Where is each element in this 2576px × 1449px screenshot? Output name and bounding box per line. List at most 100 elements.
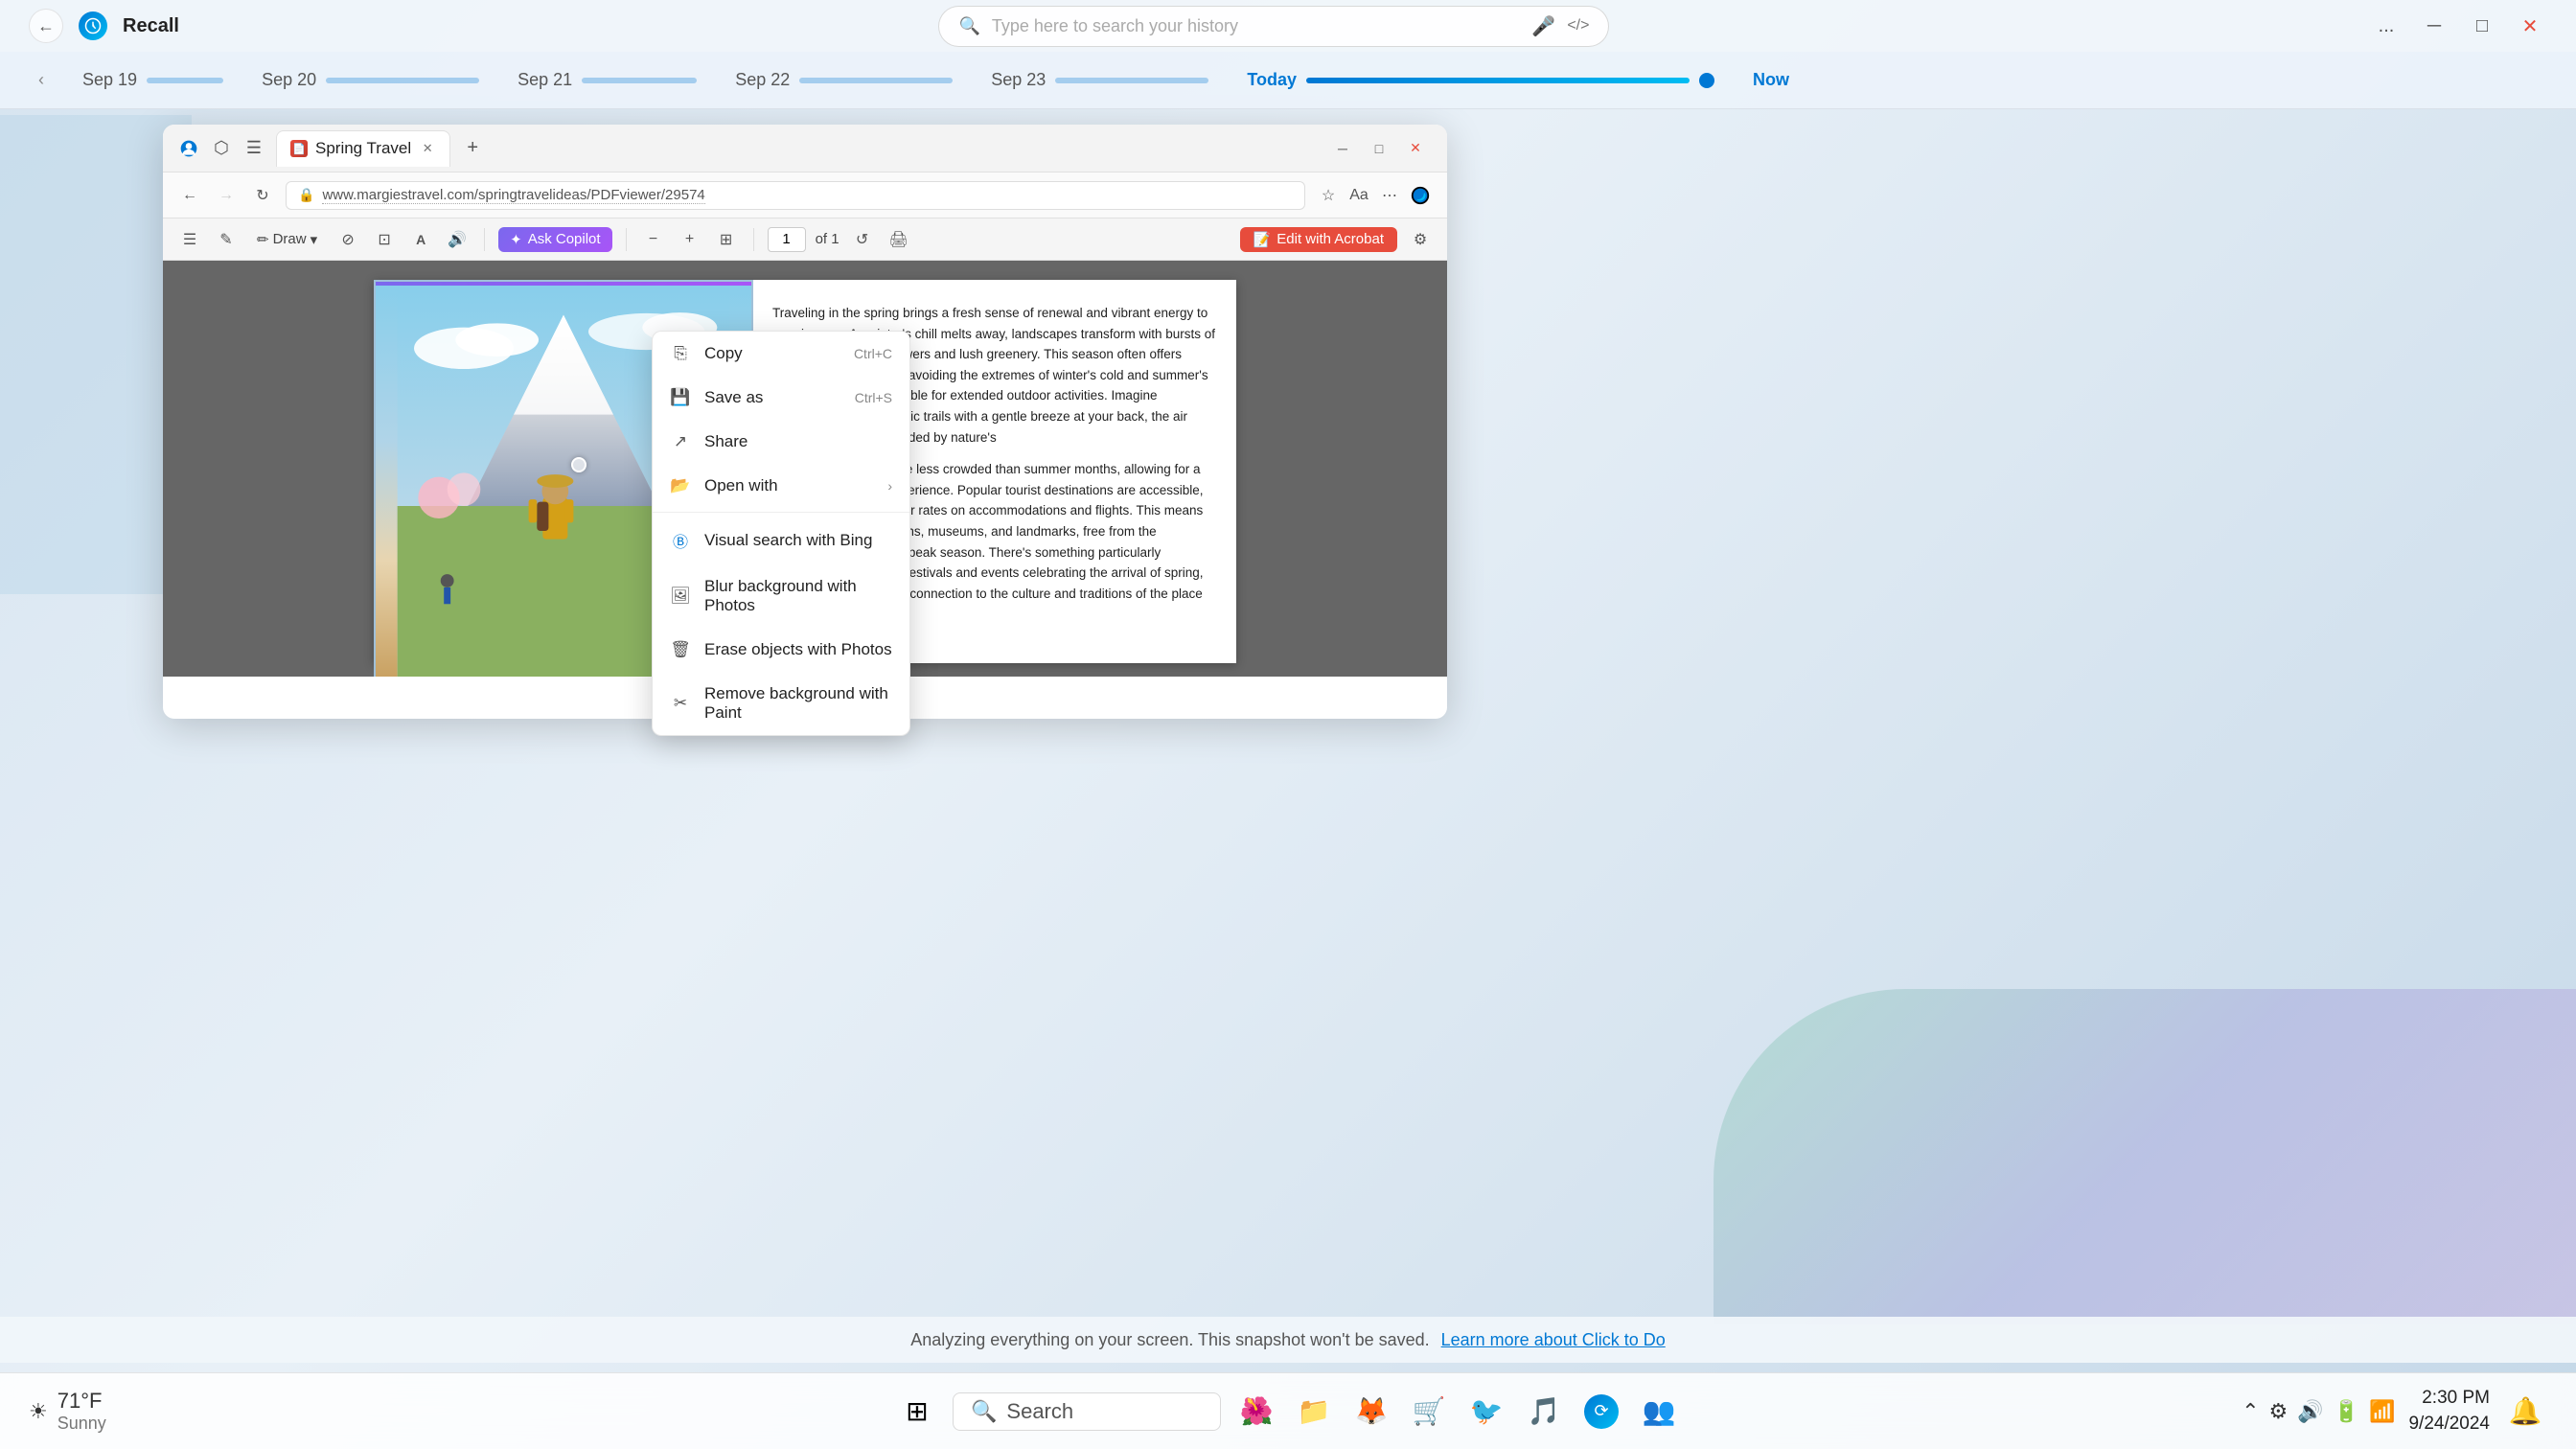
pdf-fit-page-btn[interactable]: ⊞ (713, 226, 740, 253)
taskbar-left: ☀ 71°F Sunny (0, 1389, 106, 1434)
timeline-bar-sep23 (1055, 78, 1208, 83)
speaker-icon[interactable]: 🔊 (2297, 1399, 2323, 1424)
minimize-button[interactable]: ─ (2417, 9, 2451, 43)
timeline-bar-sep19 (147, 78, 223, 83)
context-menu-copy[interactable]: ⎘ Copy Ctrl+C (653, 332, 909, 376)
battery-icon[interactable]: 🔋 (2334, 1399, 2359, 1424)
weather-info: 71°F Sunny (58, 1389, 106, 1434)
taskbar-music-icon[interactable]: 🎵 (1522, 1390, 1566, 1434)
back-nav-button[interactable]: ← (176, 182, 203, 209)
pdf-draw-dropdown[interactable]: ✎ (213, 226, 240, 253)
pdf-text-btn[interactable]: A (407, 226, 434, 253)
pdf-eraser-btn[interactable]: ⊘ (334, 226, 361, 253)
clock[interactable]: 2:30 PM 9/24/2024 (2408, 1386, 2490, 1437)
tab-favicon: 📄 (290, 140, 308, 157)
timeline-chevron-left[interactable]: ‹ (38, 70, 44, 90)
network-icon[interactable]: 📶 (2369, 1399, 2395, 1424)
taskbar-store-icon[interactable]: 🛒 (1407, 1390, 1451, 1434)
context-menu-share[interactable]: ↗ Share (653, 420, 909, 464)
notification-center-btn[interactable]: 🔔 (2503, 1390, 2547, 1434)
context-menu-remove-bg[interactable]: ✂ Remove background with Paint (653, 672, 909, 735)
taskbar-twitter-icon[interactable]: 🐦 (1464, 1390, 1508, 1434)
timeline-item-sep22[interactable]: Sep 22 (735, 70, 953, 90)
timeline-item-sep19[interactable]: Sep 19 (82, 70, 223, 90)
taskbar-files-icon[interactable]: 📁 (1292, 1390, 1336, 1434)
taskbar-widget-icon[interactable]: 🌺 (1234, 1390, 1278, 1434)
pdf-thumbnails-btn[interactable]: ☰ (176, 226, 203, 253)
code-icon[interactable]: </> (1567, 17, 1589, 34)
address-bar[interactable]: 🔒 www.margiestravel.com/springtravelidea… (286, 181, 1305, 210)
edit-acrobat-button[interactable]: 📝 Edit with Acrobat (1240, 227, 1397, 252)
pdf-read-aloud-btn[interactable]: 🔊 (444, 226, 471, 253)
pdf-zoom-in-btn[interactable]: + (677, 226, 703, 253)
system-tray: ⌃ ⚙ 🔊 🔋 📶 (2242, 1399, 2395, 1424)
erase-objects-label: Erase objects with Photos (704, 640, 892, 659)
context-menu-erase-objects[interactable]: 🗑 Erase objects with Photos (653, 628, 909, 672)
browser-minimize-btn[interactable]: ─ (1328, 134, 1357, 163)
browser-maximize-btn[interactable]: □ (1365, 134, 1393, 163)
taskbar-teams-icon[interactable]: 👥 (1637, 1390, 1681, 1434)
copy-icon: ⎘ (670, 344, 691, 363)
read-aloud-icon[interactable]: Aa (1346, 182, 1372, 209)
context-menu-visual-search[interactable]: Ⓑ Visual search with Bing (653, 517, 909, 564)
browser-more-icon[interactable]: ⋯ (1376, 182, 1403, 209)
pdf-toolbar: ☰ ✎ ✏ Draw ▾ ⊘ ⊡ A 🔊 ✦ Ask Copilot − + ⊞… (163, 218, 1447, 261)
context-menu-open-with[interactable]: 📂 Open with › (653, 464, 909, 508)
timeline-item-today[interactable]: Today (1247, 70, 1714, 90)
browser-toolbar-right: ☆ Aa ⋯ (1315, 182, 1434, 209)
pdf-draw-button[interactable]: ✏ Draw ▾ (249, 228, 325, 251)
show-hidden-icons-btn[interactable]: ⌃ (2242, 1399, 2259, 1424)
recall-titlebar: ← Recall 🔍 Type here to search your hist… (0, 0, 2576, 52)
context-menu-blur-bg[interactable]: 🖼 Blur background with Photos (653, 564, 909, 628)
timeline-item-sep20[interactable]: Sep 20 (262, 70, 479, 90)
new-tab-button[interactable]: + (458, 134, 487, 163)
pdf-print-btn[interactable]: 🖨 (886, 226, 912, 253)
notification-bar: Analyzing everything on your screen. Thi… (0, 1317, 2576, 1363)
notification-link[interactable]: Learn more about Click to Do (1441, 1330, 1666, 1350)
bg-decoration (1714, 989, 2576, 1324)
pdf-fit-btn[interactable]: ⊡ (371, 226, 398, 253)
timeline-item-sep23[interactable]: Sep 23 (991, 70, 1208, 90)
refresh-button[interactable]: ↻ (249, 182, 276, 209)
start-button[interactable]: ⊞ (895, 1390, 939, 1434)
taskbar-recall-icon[interactable]: ⟳ (1579, 1390, 1623, 1434)
extensions-btn[interactable]: ⬡ (207, 134, 236, 163)
taskbar: ☀ 71°F Sunny ⊞ 🔍 Search 🌺 📁 🦊 🛒 🐦 🎵 ⟳ 👥 … (0, 1372, 2576, 1449)
close-button[interactable]: ✕ (2513, 9, 2547, 43)
settings-icon[interactable]: ⚙ (2269, 1399, 2288, 1424)
photos-erase-icon: 🗑 (670, 640, 691, 659)
timeline-bar-sep20 (326, 78, 479, 83)
browser-tab[interactable]: 📄 Spring Travel ✕ (276, 130, 450, 167)
pdf-page-input[interactable] (768, 227, 806, 252)
pdf-settings-btn[interactable]: ⚙ (1407, 226, 1434, 253)
collections-btn[interactable]: ☰ (240, 134, 268, 163)
taskbar-browser-icon[interactable]: 🦊 (1349, 1390, 1393, 1434)
browser-close-btn[interactable]: ✕ (1401, 134, 1430, 163)
acrobat-icon: 📝 (1254, 231, 1272, 248)
date-display: 9/24/2024 (2408, 1412, 2490, 1438)
mic-icon[interactable]: 🎤 (1531, 14, 1555, 38)
timeline-bar-sep22 (799, 78, 953, 83)
pdf-page-total: of 1 (816, 231, 840, 247)
back-button[interactable]: ← (29, 9, 63, 43)
taskbar-search[interactable]: 🔍 Search (953, 1392, 1221, 1431)
pdf-zoom-out-btn[interactable]: − (640, 226, 667, 253)
more-options-button[interactable]: ... (2369, 9, 2404, 43)
weather-condition: Sunny (58, 1414, 106, 1434)
ask-copilot-button[interactable]: ✦ Ask Copilot (498, 227, 611, 252)
tab-close-button[interactable]: ✕ (419, 140, 436, 157)
profile-icon-btn[interactable] (174, 134, 203, 163)
ask-copilot-label: Ask Copilot (528, 231, 601, 247)
visual-search-label: Visual search with Bing (704, 531, 892, 550)
titlebar-right: ... ─ □ ✕ (2369, 9, 2547, 43)
favorites-icon[interactable]: ☆ (1315, 182, 1342, 209)
weather-widget[interactable]: ☀ 71°F Sunny (29, 1389, 106, 1434)
maximize-button[interactable]: □ (2465, 9, 2499, 43)
weather-icon: ☀ (29, 1399, 48, 1424)
paint-icon: ✂ (670, 694, 691, 713)
pdf-rotate-btn[interactable]: ↺ (849, 226, 876, 253)
lock-icon: 🔒 (298, 187, 314, 203)
timeline-item-sep21[interactable]: Sep 21 (518, 70, 697, 90)
context-menu-save-as[interactable]: 💾 Save as Ctrl+S (653, 376, 909, 420)
history-search[interactable]: 🔍 Type here to search your history 🎤 </> (938, 6, 1609, 47)
